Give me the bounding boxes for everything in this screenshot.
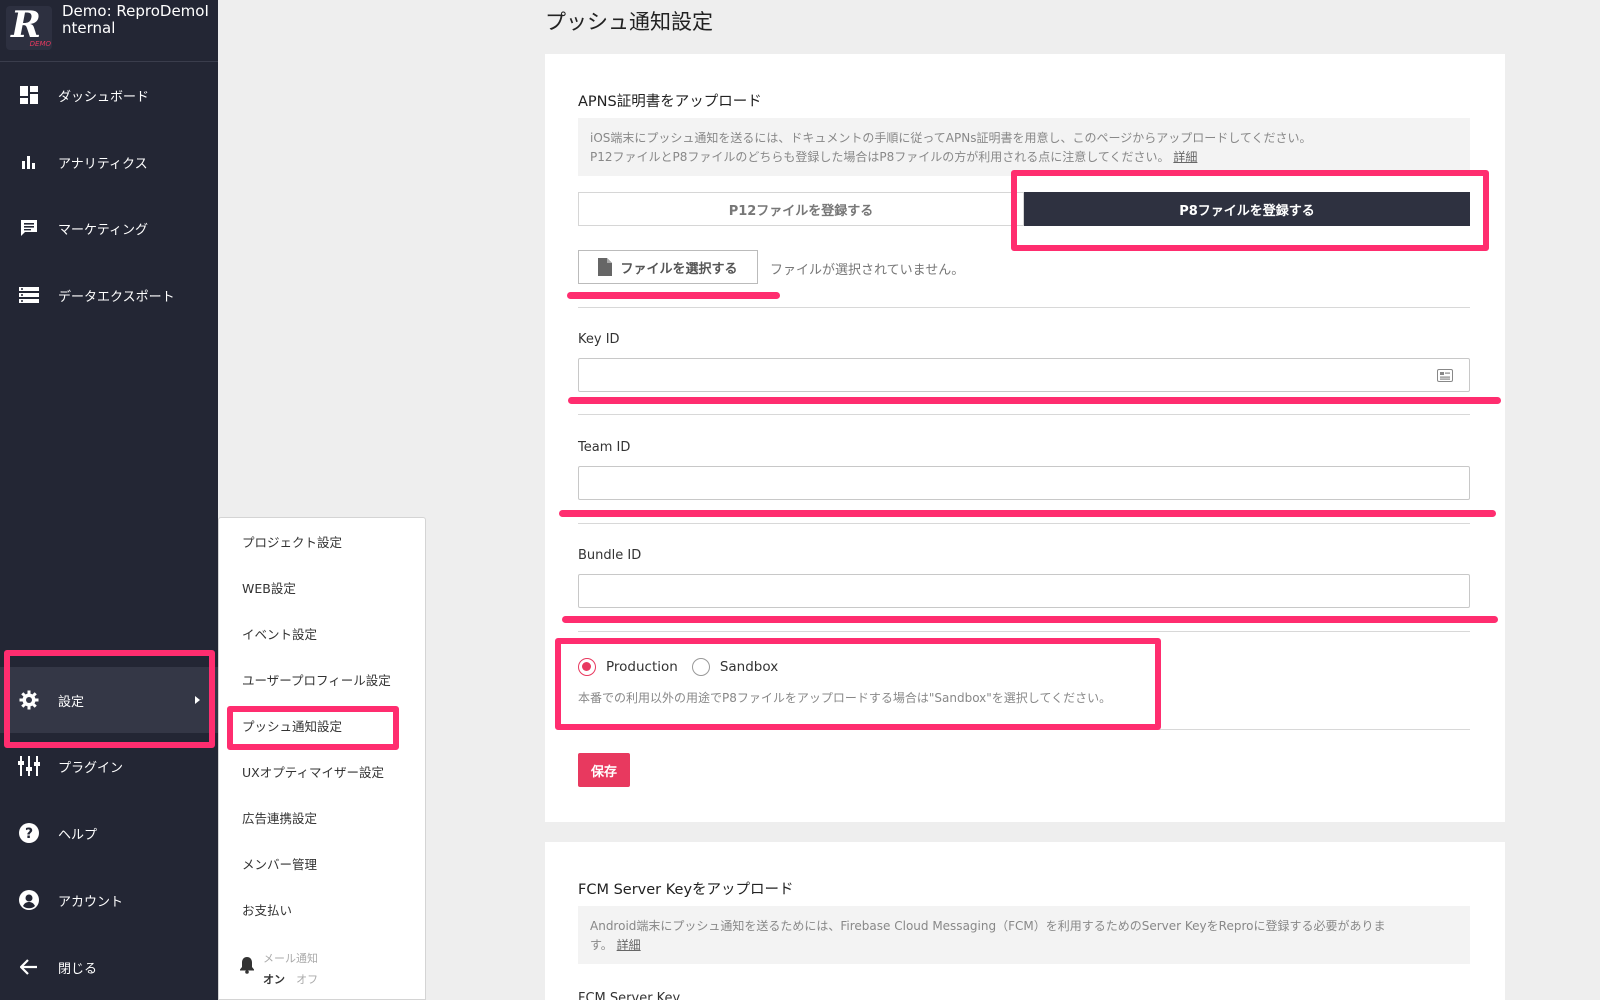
- bell-icon: [239, 950, 263, 987]
- settings-submenu: プロジェクト設定 WEB設定 イベント設定 ユーザープロフィール設定 プッシュ通…: [218, 517, 426, 1000]
- highlight-team-id: [559, 510, 1496, 517]
- bundle-id-input[interactable]: [578, 574, 1470, 608]
- submenu-item-web-settings[interactable]: WEB設定: [242, 578, 296, 597]
- team-id-input[interactable]: [578, 466, 1470, 500]
- submenu-item-project-settings[interactable]: プロジェクト設定: [242, 532, 342, 551]
- key-id-input[interactable]: [578, 358, 1470, 392]
- arrow-left-icon: [0, 959, 58, 975]
- brand-header[interactable]: R DEMO Demo: ReproDemoInternal: [0, 0, 218, 62]
- sidebar-item-marketing[interactable]: マーケティング: [0, 202, 218, 254]
- highlight-choose-file: [567, 292, 780, 299]
- fcm-card: FCM Server Keyをアップロード Android端末にプッシュ通知を送…: [545, 842, 1505, 1000]
- key-id-label: Key ID: [578, 332, 620, 347]
- apns-detail-link[interactable]: 詳細: [1173, 150, 1197, 164]
- bundle-id-label: Bundle ID: [578, 548, 642, 563]
- help-icon: ?: [0, 823, 58, 843]
- divider: [578, 631, 1470, 632]
- highlight-bundle-id: [562, 616, 1498, 623]
- fcm-detail-link[interactable]: 詳細: [617, 938, 641, 952]
- plugin-icon: [0, 756, 58, 776]
- mail-notification-toggle[interactable]: メール通知 オン オフ: [239, 950, 318, 987]
- no-file-selected-text: ファイルが選択されていません。: [770, 263, 965, 278]
- submenu-item-ux-optimizer-settings[interactable]: UXオプティマイザー設定: [242, 762, 384, 781]
- highlight-key-id: [568, 397, 1501, 404]
- divider: [578, 414, 1470, 415]
- sidebar: R DEMO Demo: ReproDemoInternal ダッシュボード ア…: [0, 0, 218, 1000]
- submenu-item-member-management[interactable]: メンバー管理: [242, 854, 317, 873]
- dashboard-icon: [0, 86, 58, 104]
- sidebar-item-help[interactable]: ? ヘルプ: [0, 807, 218, 859]
- register-p12-button[interactable]: P12ファイルを登録する: [578, 192, 1024, 226]
- contact-card-icon[interactable]: [1437, 369, 1453, 382]
- apns-info-box: iOS端末にプッシュ通知を送るには、ドキュメントの手順に従ってAPNs証明書を用…: [578, 118, 1470, 176]
- choose-file-button[interactable]: ファイルを選択する: [578, 250, 758, 284]
- notification-on[interactable]: オン: [263, 973, 285, 986]
- submenu-item-event-settings[interactable]: イベント設定: [242, 624, 317, 643]
- svg-text:?: ?: [25, 826, 33, 842]
- account-icon: [0, 890, 58, 910]
- highlight-settings: [4, 650, 215, 748]
- fcm-server-key-label: FCM Server Key: [578, 991, 681, 1000]
- submenu-item-ad-integration-settings[interactable]: 広告連携設定: [242, 808, 317, 827]
- sidebar-item-dashboard[interactable]: ダッシュボード: [0, 69, 218, 121]
- notification-off[interactable]: オフ: [296, 973, 318, 986]
- fcm-info-box: Android端末にプッシュ通知を送るためには、Firebase Cloud M…: [578, 906, 1470, 964]
- sidebar-item-account[interactable]: アカウント: [0, 874, 218, 926]
- divider: [578, 523, 1470, 524]
- chat-icon: [0, 218, 58, 238]
- sidebar-item-close[interactable]: 閉じる: [0, 941, 218, 993]
- apns-section-title: APNS証明書をアップロード: [578, 94, 762, 110]
- project-name: Demo: ReproDemoInternal: [62, 2, 209, 37]
- page-title: プッシュ通知設定: [545, 10, 713, 34]
- sidebar-item-data-export[interactable]: データエクスポート: [0, 269, 218, 321]
- highlight-p8-button: [1011, 170, 1489, 251]
- repro-logo: R DEMO: [6, 4, 52, 50]
- sidebar-item-analytics[interactable]: アナリティクス: [0, 136, 218, 188]
- file-icon: [598, 258, 613, 276]
- submenu-item-billing[interactable]: お支払い: [242, 900, 292, 919]
- team-id-label: Team ID: [578, 440, 631, 455]
- save-button[interactable]: 保存: [578, 753, 630, 787]
- submenu-item-user-profile-settings[interactable]: ユーザープロフィール設定: [242, 670, 391, 689]
- divider: [578, 307, 1470, 308]
- list-icon: [0, 286, 58, 304]
- highlight-push-settings: [227, 706, 399, 750]
- bar-chart-icon: [0, 154, 58, 170]
- fcm-section-title: FCM Server Keyをアップロード: [578, 882, 794, 898]
- highlight-environment: [555, 638, 1161, 730]
